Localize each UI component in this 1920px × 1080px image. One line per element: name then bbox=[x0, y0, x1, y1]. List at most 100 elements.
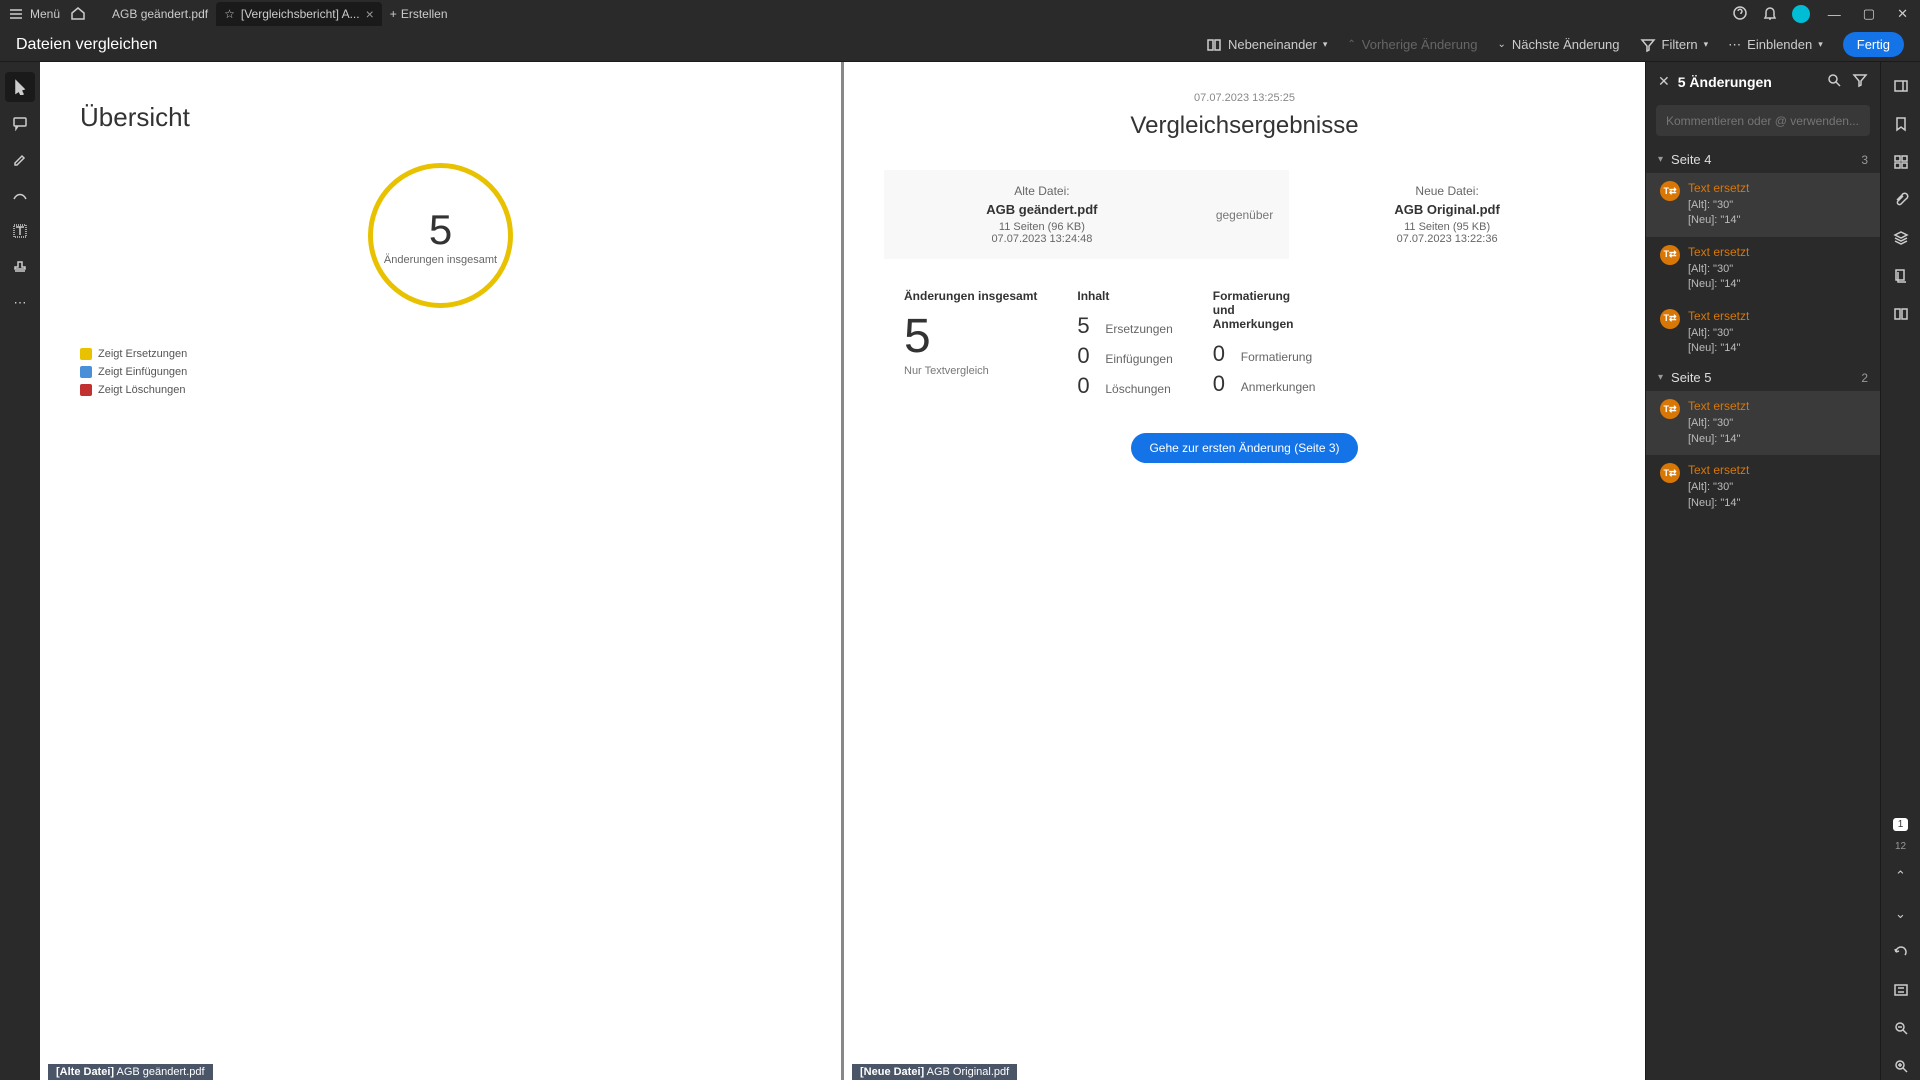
hamburger-icon bbox=[8, 6, 24, 22]
swatch-yellow bbox=[80, 348, 92, 360]
panel-close-button[interactable]: ✕ bbox=[1658, 73, 1670, 90]
stat-format: Formatierung und Anmerkungen 0Formatieru… bbox=[1213, 289, 1316, 403]
section-page-4[interactable]: ▾ Seite 4 3 bbox=[1646, 146, 1880, 173]
results-timestamp: 07.07.2023 13:25:25 bbox=[884, 92, 1605, 104]
tab-label: [Vergleichsbericht] A... bbox=[241, 7, 360, 21]
legend-insert: Zeigt Einfügungen bbox=[80, 366, 811, 378]
done-button[interactable]: Fertig bbox=[1843, 32, 1904, 57]
goto-first-change-button[interactable]: Gehe zur ersten Änderung (Seite 3) bbox=[1131, 433, 1357, 463]
help-icon bbox=[1732, 5, 1748, 21]
total-changes-number: 5 bbox=[429, 206, 452, 254]
compare-icon bbox=[1893, 306, 1909, 322]
highlight-tool[interactable] bbox=[5, 144, 35, 174]
bookmark-button[interactable] bbox=[1887, 110, 1915, 138]
chevron-down-icon: ▾ bbox=[1658, 154, 1663, 165]
tab-document-1[interactable]: AGB geändert.pdf bbox=[104, 3, 216, 25]
zoom-out-icon bbox=[1893, 1020, 1909, 1036]
new-tab-button[interactable]: + Erstellen bbox=[382, 3, 456, 25]
comment-input-wrap[interactable] bbox=[1656, 105, 1870, 136]
stamp-icon bbox=[12, 259, 28, 275]
replace-badge-icon: T⇄ bbox=[1660, 245, 1680, 265]
overview-title: Übersicht bbox=[80, 102, 811, 133]
create-label: Erstellen bbox=[401, 7, 448, 21]
stamp-tool[interactable] bbox=[5, 252, 35, 282]
page-up-button[interactable]: ⌃ bbox=[1887, 862, 1915, 890]
menu-label: Menü bbox=[30, 7, 60, 21]
change-item[interactable]: T⇄ Text ersetzt [Alt]: "30" [Neu]: "14" bbox=[1646, 301, 1880, 365]
total-pages: 12 bbox=[1895, 841, 1906, 852]
minimize-button[interactable]: — bbox=[1824, 7, 1845, 22]
prev-change-button[interactable]: ⌃ Vorherige Änderung bbox=[1347, 37, 1477, 52]
stat-content: Inhalt 5Ersetzungen 0Einfügungen 0Löschu… bbox=[1077, 289, 1172, 403]
select-tool[interactable] bbox=[5, 72, 35, 102]
compare-button[interactable] bbox=[1887, 300, 1915, 328]
fit-button[interactable] bbox=[1887, 976, 1915, 1004]
fit-icon bbox=[1893, 982, 1909, 998]
layers-icon bbox=[1893, 230, 1909, 246]
close-button[interactable]: ✕ bbox=[1893, 6, 1912, 22]
replace-badge-icon: T⇄ bbox=[1660, 181, 1680, 201]
more-icon: ⋯ bbox=[1728, 37, 1741, 53]
help-button[interactable] bbox=[1732, 5, 1748, 24]
next-change-button[interactable]: ⌄ Nächste Änderung bbox=[1497, 37, 1619, 52]
old-document-pane[interactable]: Übersicht 5 Änderungen insgesamt Zeigt E… bbox=[40, 62, 843, 1080]
filter-button[interactable]: Filtern ▾ bbox=[1640, 37, 1709, 53]
new-file-box: Neue Datei: AGB Original.pdf 11 Seiten (… bbox=[1289, 170, 1605, 259]
panel-title: 5 Änderungen bbox=[1678, 74, 1818, 90]
page-down-button[interactable]: ⌄ bbox=[1887, 900, 1915, 928]
home-button[interactable] bbox=[70, 5, 86, 24]
filter-icon bbox=[1852, 72, 1868, 88]
layers-button[interactable] bbox=[1887, 224, 1915, 252]
change-item[interactable]: T⇄ Text ersetzt [Alt]: "30" [Neu]: "14" bbox=[1646, 455, 1880, 519]
rotate-button[interactable] bbox=[1887, 938, 1915, 966]
draw-icon bbox=[12, 187, 28, 203]
legend-replace: Zeigt Ersetzungen bbox=[80, 348, 811, 360]
show-hide-button[interactable]: ⋯ Einblenden ▾ bbox=[1728, 37, 1823, 53]
comment-icon bbox=[12, 115, 28, 131]
more-tools[interactable]: ⋯ bbox=[5, 288, 35, 318]
chevron-down-icon: ▾ bbox=[1323, 39, 1328, 50]
draw-tool[interactable] bbox=[5, 180, 35, 210]
filter-icon bbox=[1640, 37, 1656, 53]
zoom-in-button[interactable] bbox=[1887, 1052, 1915, 1080]
more-icon: ⋯ bbox=[14, 295, 27, 311]
thumbnails-button[interactable] bbox=[1887, 148, 1915, 176]
new-file-label: [Neue Datei] AGB Original.pdf bbox=[852, 1064, 1017, 1080]
current-page[interactable]: 1 bbox=[1893, 818, 1909, 831]
change-item[interactable]: T⇄ Text ersetzt [Alt]: "30" [Neu]: "14" bbox=[1646, 237, 1880, 301]
highlighter-icon bbox=[12, 151, 28, 167]
notifications-button[interactable] bbox=[1762, 5, 1778, 24]
change-item[interactable]: T⇄ Text ersetzt [Alt]: "30" [Neu]: "14" bbox=[1646, 391, 1880, 455]
menu-button[interactable]: Menü bbox=[8, 6, 60, 22]
maximize-button[interactable]: ▢ bbox=[1859, 6, 1879, 22]
attachment-button[interactable] bbox=[1887, 186, 1915, 214]
swatch-red bbox=[80, 384, 92, 396]
comment-input[interactable] bbox=[1666, 114, 1860, 128]
bell-icon bbox=[1762, 5, 1778, 21]
star-icon: ☆ bbox=[224, 7, 235, 21]
new-document-pane[interactable]: 07.07.2023 13:25:25 Vergleichsergebnisse… bbox=[843, 62, 1645, 1080]
zoom-in-icon bbox=[1893, 1058, 1909, 1074]
avatar[interactable] bbox=[1792, 5, 1810, 23]
chevron-down-icon: ▾ bbox=[1704, 39, 1709, 50]
search-button[interactable] bbox=[1826, 72, 1842, 91]
change-item[interactable]: T⇄ Text ersetzt [Alt]: "30" [Neu]: "14" bbox=[1646, 173, 1880, 237]
panel-toggle-button[interactable] bbox=[1887, 72, 1915, 100]
rotate-icon bbox=[1893, 944, 1909, 960]
cursor-icon bbox=[12, 79, 28, 95]
filter-button[interactable] bbox=[1852, 72, 1868, 91]
pages-button[interactable] bbox=[1887, 262, 1915, 290]
zoom-out-button[interactable] bbox=[1887, 1014, 1915, 1042]
tab-document-2[interactable]: ☆ [Vergleichsbericht] A... × bbox=[216, 2, 382, 26]
side-by-side-button[interactable]: Nebeneinander ▾ bbox=[1206, 37, 1327, 53]
old-file-box: Alte Datei: AGB geändert.pdf 11 Seiten (… bbox=[884, 170, 1200, 259]
legend-delete: Zeigt Löschungen bbox=[80, 384, 811, 396]
tab-close-button[interactable]: × bbox=[366, 6, 374, 22]
text-icon bbox=[12, 223, 28, 239]
section-page-5[interactable]: ▾ Seite 5 2 bbox=[1646, 364, 1880, 391]
comment-tool[interactable] bbox=[5, 108, 35, 138]
text-tool[interactable] bbox=[5, 216, 35, 246]
chevron-down-icon: ⌄ bbox=[1895, 906, 1906, 922]
old-file-label: [Alte Datei] AGB geändert.pdf bbox=[48, 1064, 213, 1080]
changes-panel: ✕ 5 Änderungen ▾ Seite 4 3 T⇄ Text erset… bbox=[1645, 62, 1880, 1080]
